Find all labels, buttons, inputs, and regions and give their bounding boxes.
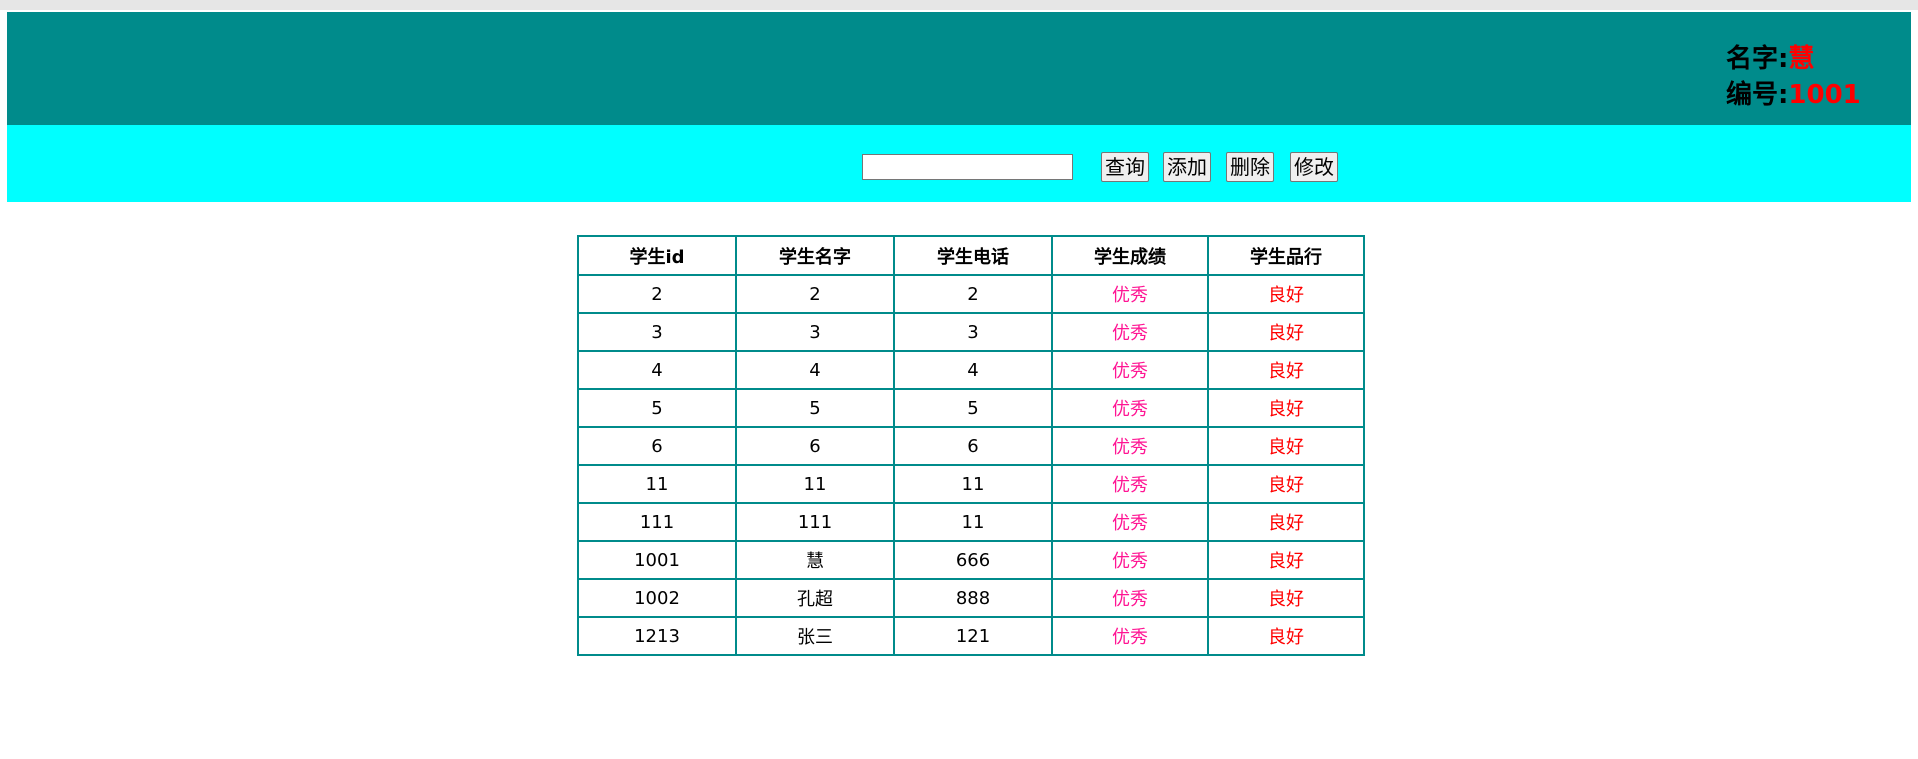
column-header-grade: 学生成绩: [1051, 235, 1209, 276]
cell-grade: 优秀: [1051, 312, 1209, 352]
cell-conduct: 良好: [1207, 578, 1365, 618]
cell-phone: 5: [893, 388, 1053, 428]
column-header-name: 学生名字: [735, 235, 895, 276]
cell-grade: 优秀: [1051, 464, 1209, 504]
table-row: 11 11 11 优秀 良好: [577, 464, 1365, 504]
edit-button[interactable]: 修改: [1290, 152, 1338, 182]
column-header-phone: 学生电话: [893, 235, 1053, 276]
user-name-label: 名字:: [1726, 44, 1789, 74]
cell-name: 张三: [735, 616, 895, 656]
cell-phone: 888: [893, 578, 1053, 618]
page-header: 名字:慧 编号:1001: [7, 12, 1911, 125]
cell-phone: 2: [893, 274, 1053, 314]
cell-conduct: 良好: [1207, 502, 1365, 542]
cell-name: 3: [735, 312, 895, 352]
cell-id: 5: [577, 388, 737, 428]
query-button[interactable]: 查询: [1101, 152, 1149, 182]
table-row: 3 3 3 优秀 良好: [577, 312, 1365, 352]
user-id-label: 编号:: [1726, 80, 1789, 110]
column-header-id: 学生id: [577, 235, 737, 276]
cell-grade: 优秀: [1051, 616, 1209, 656]
cell-grade: 优秀: [1051, 578, 1209, 618]
cell-grade: 优秀: [1051, 388, 1209, 428]
table-row: 4 4 4 优秀 良好: [577, 350, 1365, 390]
delete-button[interactable]: 删除: [1226, 152, 1274, 182]
cell-grade: 优秀: [1051, 540, 1209, 580]
cell-name: 6: [735, 426, 895, 466]
cell-name: 孔超: [735, 578, 895, 618]
cell-phone: 11: [893, 502, 1053, 542]
table-row: 111 111 11 优秀 良好: [577, 502, 1365, 542]
table-row: 1213 张三 121 优秀 良好: [577, 616, 1365, 656]
cell-id: 3: [577, 312, 737, 352]
cell-conduct: 良好: [1207, 350, 1365, 390]
toolbar: 查询 添加 删除 修改: [7, 125, 1911, 202]
table-row: 2 2 2 优秀 良好: [577, 274, 1365, 314]
search-input[interactable]: [862, 154, 1073, 180]
cell-name: 慧: [735, 540, 895, 580]
table-row: 1001 慧 666 优秀 良好: [577, 540, 1365, 580]
cell-grade: 优秀: [1051, 426, 1209, 466]
cell-phone: 666: [893, 540, 1053, 580]
cell-phone: 121: [893, 616, 1053, 656]
user-info: 名字:慧 编号:1001: [1726, 41, 1861, 113]
cell-id: 6: [577, 426, 737, 466]
cell-phone: 4: [893, 350, 1053, 390]
cell-id: 2: [577, 274, 737, 314]
column-header-conduct: 学生品行: [1207, 235, 1365, 276]
cell-phone: 11: [893, 464, 1053, 504]
table-row: 5 5 5 优秀 良好: [577, 388, 1365, 428]
cell-id: 1001: [577, 540, 737, 580]
cell-conduct: 良好: [1207, 616, 1365, 656]
table-header-row: 学生id 学生名字 学生电话 学生成绩 学生品行: [577, 235, 1365, 276]
cell-name: 11: [735, 464, 895, 504]
user-name-line: 名字:慧: [1726, 41, 1861, 77]
cell-id: 4: [577, 350, 737, 390]
user-id-value: 1001: [1788, 80, 1861, 110]
cell-phone: 6: [893, 426, 1053, 466]
cell-id: 1002: [577, 578, 737, 618]
top-strip: [0, 0, 1918, 10]
table-row: 1002 孔超 888 优秀 良好: [577, 578, 1365, 618]
cell-conduct: 良好: [1207, 426, 1365, 466]
cell-grade: 优秀: [1051, 274, 1209, 314]
cell-conduct: 良好: [1207, 464, 1365, 504]
cell-conduct: 良好: [1207, 540, 1365, 580]
cell-id: 1213: [577, 616, 737, 656]
student-table: 学生id 学生名字 学生电话 学生成绩 学生品行 2 2 2 优秀 良好 3 3…: [577, 235, 1365, 656]
cell-name: 2: [735, 274, 895, 314]
user-name-value: 慧: [1788, 44, 1815, 74]
table-row: 6 6 6 优秀 良好: [577, 426, 1365, 466]
cell-id: 11: [577, 464, 737, 504]
cell-phone: 3: [893, 312, 1053, 352]
cell-conduct: 良好: [1207, 274, 1365, 314]
user-id-line: 编号:1001: [1726, 77, 1861, 113]
cell-grade: 优秀: [1051, 502, 1209, 542]
cell-conduct: 良好: [1207, 388, 1365, 428]
cell-name: 111: [735, 502, 895, 542]
cell-name: 5: [735, 388, 895, 428]
cell-id: 111: [577, 502, 737, 542]
add-button[interactable]: 添加: [1163, 152, 1211, 182]
cell-name: 4: [735, 350, 895, 390]
cell-conduct: 良好: [1207, 312, 1365, 352]
cell-grade: 优秀: [1051, 350, 1209, 390]
